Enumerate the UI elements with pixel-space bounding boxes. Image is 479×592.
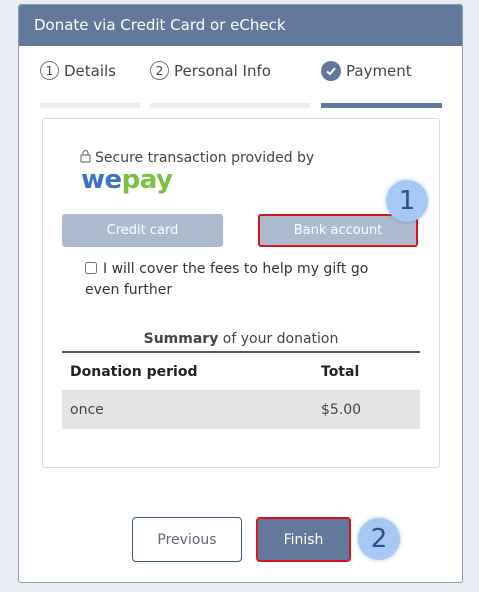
step-progress-details bbox=[40, 103, 140, 108]
summary-title: Summary of your donation bbox=[143, 331, 339, 347]
previous-button[interactable]: Previous bbox=[132, 517, 242, 562]
table-cell: once bbox=[70, 402, 104, 418]
table-row: once $5.00 bbox=[62, 391, 420, 429]
step-payment[interactable]: Payment bbox=[321, 61, 412, 81]
donation-panel: Donate via Credit Card or eCheck 1 Detai… bbox=[18, 4, 463, 583]
panel-title: Donate via Credit Card or eCheck bbox=[19, 5, 462, 46]
credit-card-button[interactable]: Credit card bbox=[62, 214, 223, 247]
table-header: Donation period Total bbox=[62, 353, 420, 391]
annotation-badge-2: 2 bbox=[358, 518, 400, 560]
cover-fees-checkbox[interactable] bbox=[85, 262, 97, 274]
step-progress-payment bbox=[321, 103, 442, 108]
step-number: 2 bbox=[150, 61, 169, 80]
column-header: Donation period bbox=[70, 363, 198, 380]
wepay-logo: wepay bbox=[81, 165, 173, 195]
bank-account-button[interactable]: Bank account bbox=[258, 214, 418, 247]
step-label: Details bbox=[64, 61, 117, 80]
annotation-badge-1: 1 bbox=[386, 180, 428, 222]
secure-text: Secure transaction provided by bbox=[95, 150, 315, 166]
payment-card: Secure transaction provided by wepay Cre… bbox=[42, 118, 440, 468]
step-progress-personal bbox=[150, 103, 310, 108]
step-details[interactable]: 1 Details bbox=[40, 61, 116, 80]
finish-button[interactable]: Finish bbox=[256, 517, 351, 562]
step-personal-info[interactable]: 2 Personal Info bbox=[150, 61, 271, 80]
summary-table: Donation period Total once $5.00 bbox=[62, 351, 420, 429]
table-cell: $5.00 bbox=[321, 402, 362, 418]
checkmark-icon bbox=[321, 61, 341, 81]
step-number: 1 bbox=[40, 61, 59, 80]
cover-fees-option[interactable]: I will cover the fees to help my gift go… bbox=[85, 259, 395, 301]
step-label: Payment bbox=[346, 62, 412, 80]
column-header: Total bbox=[321, 363, 360, 380]
step-label: Personal Info bbox=[174, 61, 271, 80]
cover-fees-label: I will cover the fees to help my gift go… bbox=[85, 261, 369, 298]
